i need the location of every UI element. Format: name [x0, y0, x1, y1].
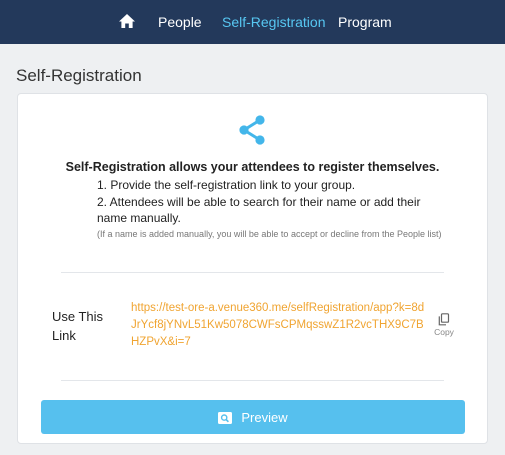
top-navigation-bar: People Self-Registration Program: [0, 0, 505, 44]
instruction-step-2: 2. Attendees will be able to search for …: [97, 195, 421, 225]
nav-item-self-registration[interactable]: Self-Registration: [222, 14, 326, 30]
preview-button[interactable]: Preview: [41, 400, 465, 434]
preview-label: Preview: [241, 409, 288, 425]
self-registration-card: Self-Registration allows your attendees …: [17, 93, 488, 444]
nav-item-people[interactable]: People: [158, 14, 202, 30]
share-icon: [237, 114, 267, 146]
link-label: Use This Link: [52, 309, 104, 343]
preview-icon: [218, 411, 233, 424]
home-icon[interactable]: [118, 12, 136, 30]
instruction-step-1: 1. Provide the self-registration link to…: [97, 178, 356, 192]
copy-label: Copy: [434, 327, 454, 337]
manual-add-note: (If a name is added manually, you will b…: [97, 229, 442, 239]
divider: [61, 380, 444, 381]
divider: [61, 272, 444, 273]
copy-button[interactable]: Copy: [432, 313, 456, 341]
page-title: Self-Registration: [16, 66, 142, 85]
nav-item-program[interactable]: Program: [338, 14, 392, 30]
card-headline: Self-Registration allows your attendees …: [65, 160, 440, 174]
copy-icon: [432, 313, 456, 326]
registration-link[interactable]: https://test-ore-a.venue360.me/selfRegis…: [131, 300, 429, 351]
